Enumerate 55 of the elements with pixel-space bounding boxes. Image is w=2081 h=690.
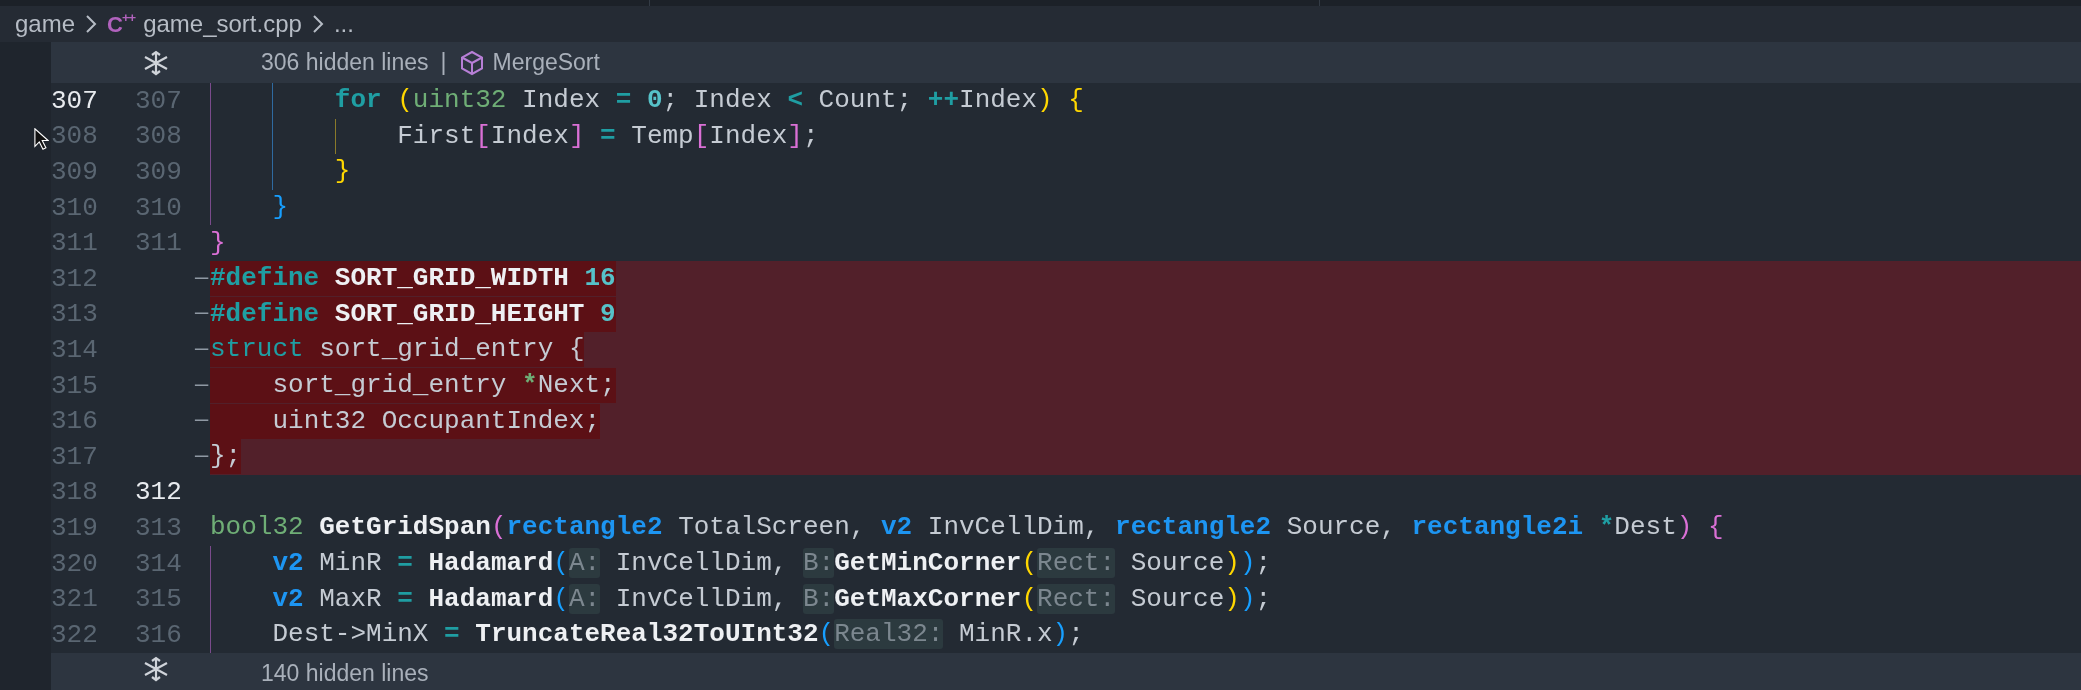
line-number: 312 — [135, 478, 183, 507]
removed-marker: — — [195, 371, 209, 400]
line-number: 310 — [135, 193, 183, 222]
line-number: 320 — [51, 549, 99, 578]
code-line: } — [210, 226, 226, 260]
chevron-icon — [85, 14, 98, 34]
code-line: } — [333, 155, 351, 189]
removed-marker: — — [195, 264, 209, 293]
line-number: 321 — [51, 585, 99, 614]
line-number: 308 — [51, 122, 99, 151]
code-line: for (uint32 Index = 0; Index < Count; ++Index) { — [333, 84, 1084, 118]
code-line: v2 MinR = Hadamard(A: InvCellDim, B:GetMinCorner(Rect: Source)); — [271, 547, 1272, 581]
code-line: First[Index] = Temp[Index]; — [396, 119, 819, 153]
line-number: 318 — [51, 478, 99, 507]
line-number: 313 — [135, 513, 183, 542]
line-number: 308 — [135, 122, 183, 151]
code-line: bool32 GetGridSpan(rectangle2 TotalScreen, v2 InvCellDim, rectangle2 Source, rectangle2i *Dest) { — [210, 511, 1724, 545]
cpp-file-icon: C++ — [107, 7, 136, 41]
line-number: 307 — [135, 86, 183, 115]
fold-label[interactable]: 140 hidden lines — [261, 655, 429, 690]
breadcrumb-item[interactable]: game_sort.cpp — [143, 6, 302, 42]
removed-marker: — — [195, 407, 209, 436]
breadcrumb-item[interactable]: ... — [333, 6, 354, 42]
line-number: 313 — [51, 300, 99, 329]
line-number: 322 — [51, 620, 99, 649]
cube-icon — [458, 49, 485, 76]
line-number: 311 — [51, 229, 99, 258]
line-number: 309 — [135, 158, 183, 186]
symbol-name[interactable]: MergeSort — [492, 45, 600, 80]
mouse-cursor-icon — [34, 128, 49, 150]
line-number: 310 — [51, 193, 99, 222]
fold-label[interactable]: 306 hidden lines — [261, 45, 429, 80]
breadcrumb-item[interactable]: game — [15, 6, 76, 42]
line-number: 314 — [135, 549, 183, 578]
line-number: 316 — [135, 620, 183, 649]
line-number: 307 — [51, 86, 99, 115]
line-number: 315 — [135, 585, 183, 614]
code-line: } — [271, 191, 289, 225]
line-number: 309 — [51, 158, 99, 186]
removed-marker: — — [195, 335, 209, 364]
code-line: Dest->MinX = TruncateReal32ToUInt32(Real32: MinR.x); — [271, 618, 1084, 652]
separator: | — [440, 48, 447, 78]
chevron-icon — [311, 14, 324, 34]
line-number: 316 — [51, 407, 99, 436]
unfold-icon[interactable] — [143, 655, 169, 682]
line-number: 311 — [135, 229, 183, 258]
line-number: 319 — [51, 513, 99, 542]
removed-marker: — — [195, 300, 209, 329]
code-line: v2 MaxR = Hadamard(A: InvCellDim, B:GetMaxCorner(Rect: Source)); — [271, 582, 1272, 616]
line-number: 317 — [51, 442, 99, 471]
line-number: 312 — [51, 264, 99, 293]
removed-marker: — — [195, 442, 209, 471]
line-number: 314 — [51, 335, 99, 364]
unfold-icon[interactable] — [143, 49, 169, 76]
line-number: 315 — [51, 371, 99, 400]
